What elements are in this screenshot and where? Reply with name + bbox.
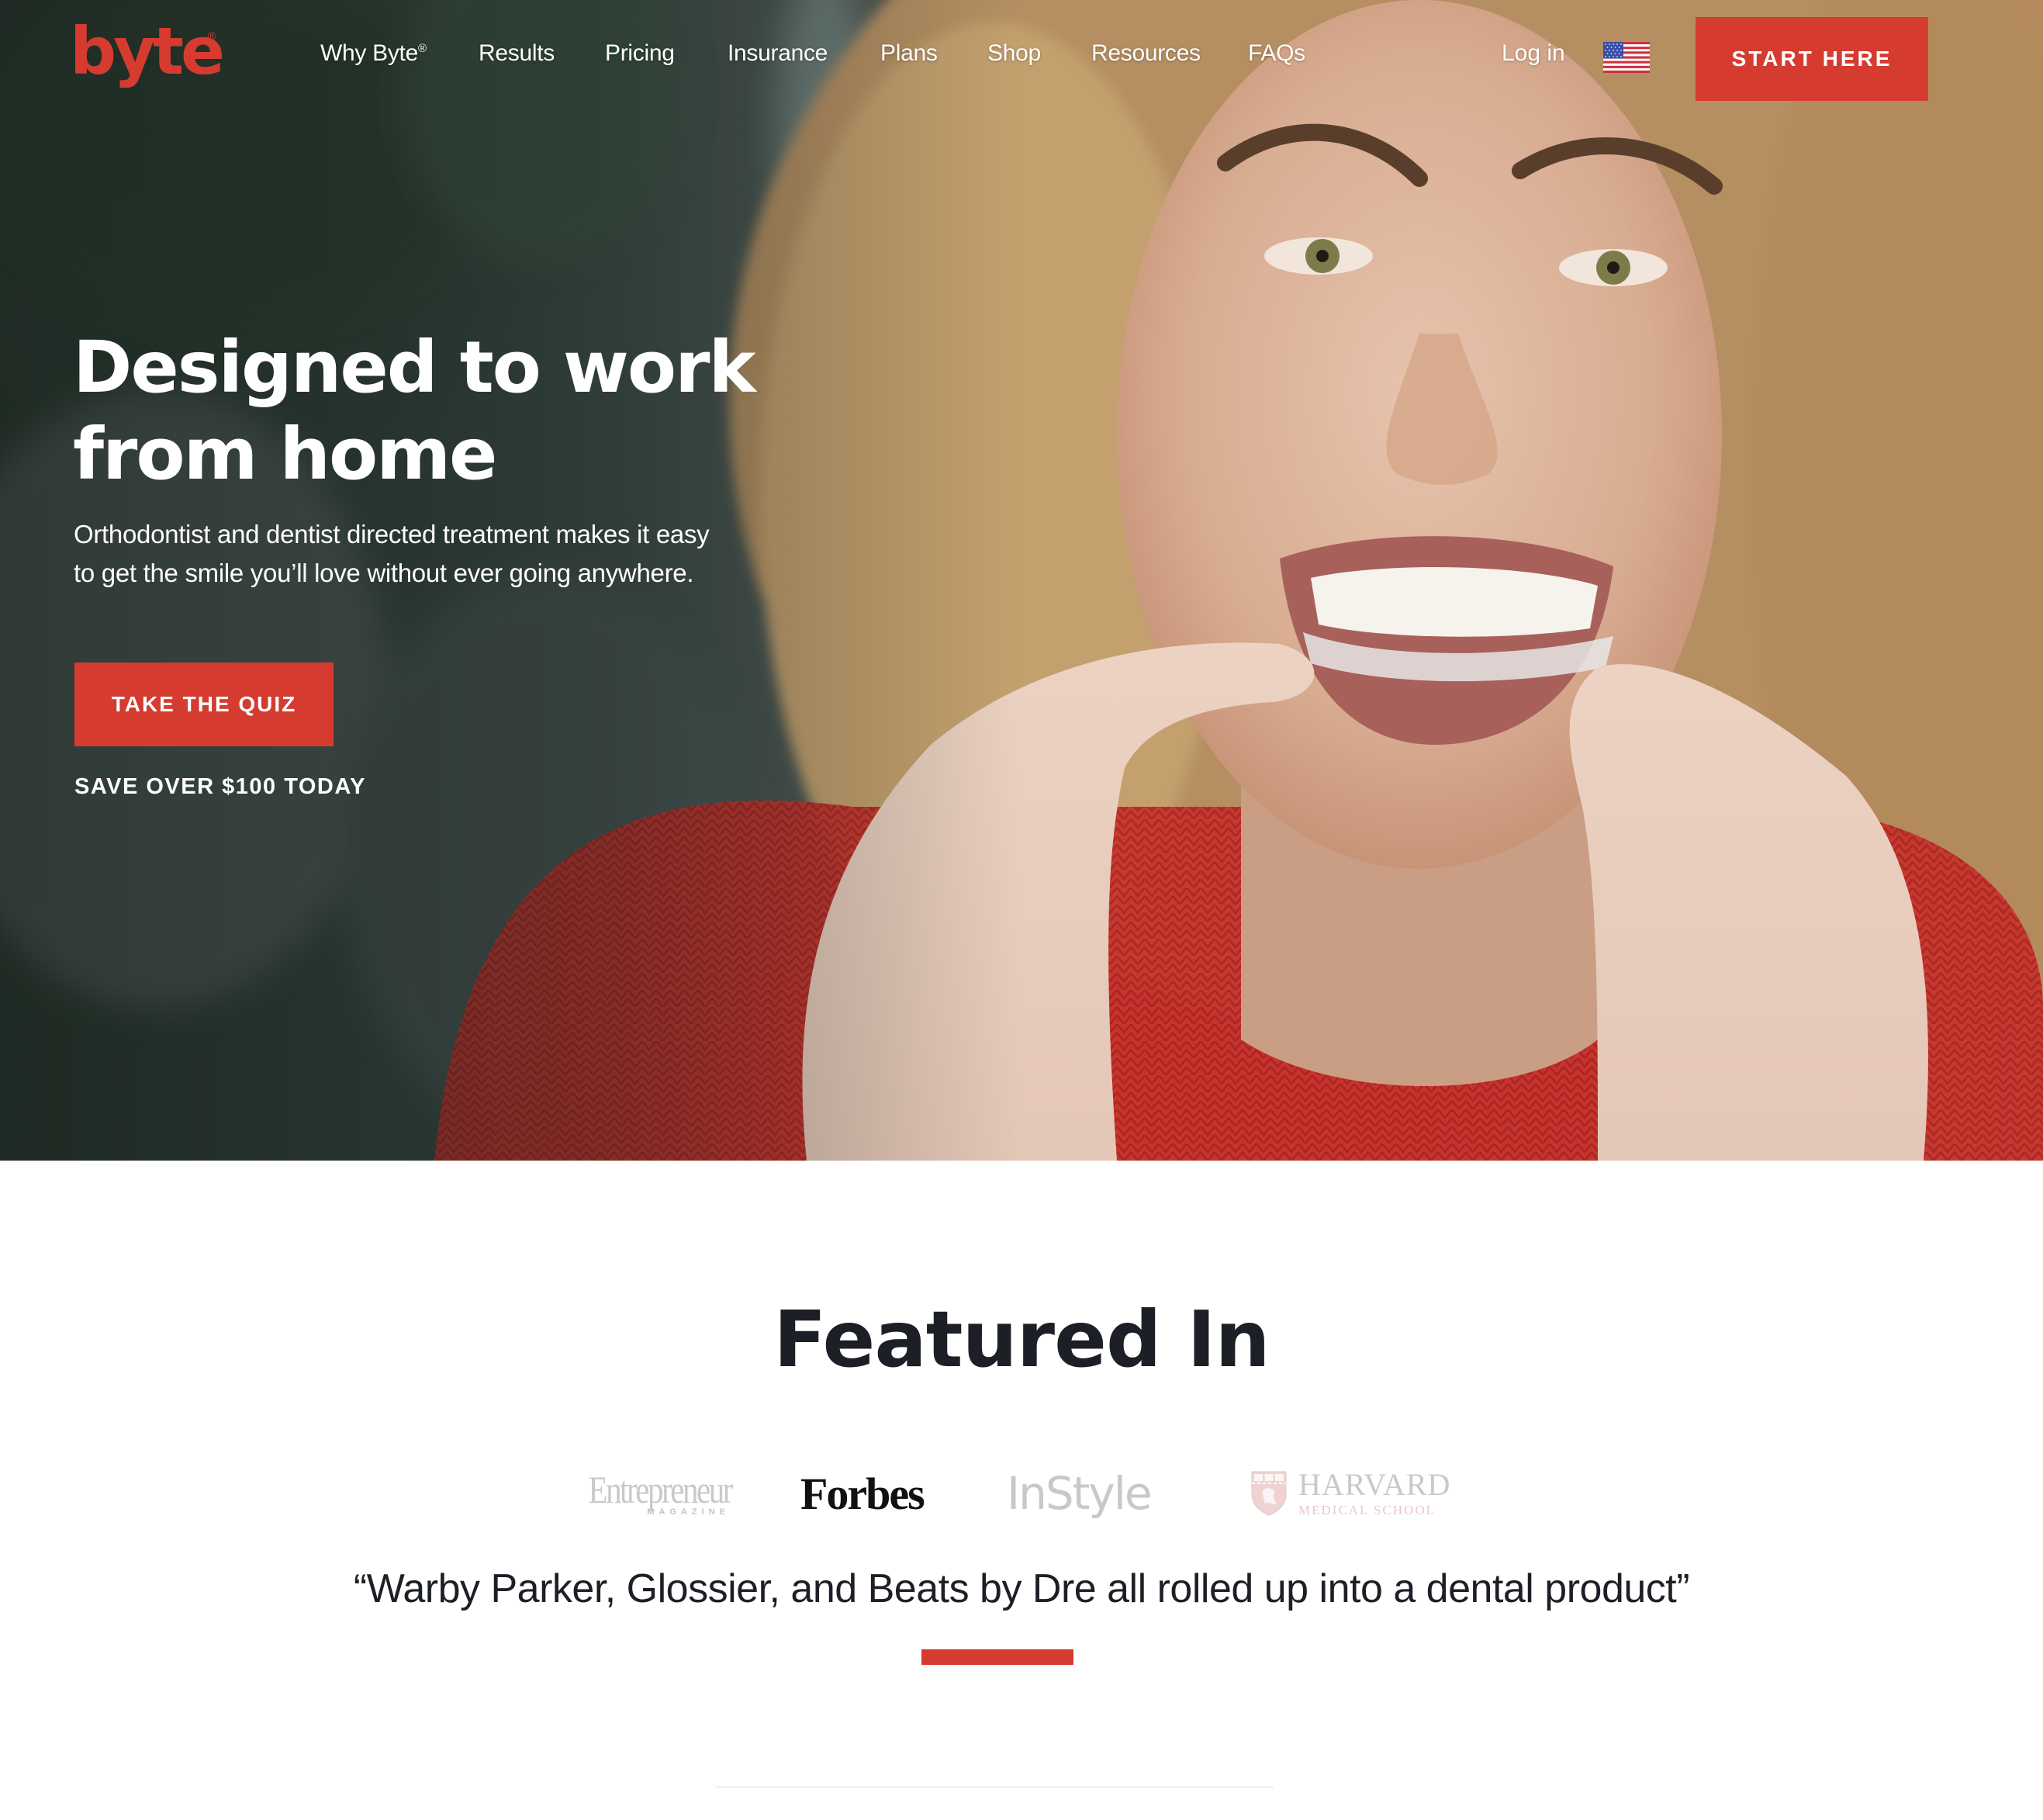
take-quiz-button[interactable]: TAKE THE QUIZ <box>74 663 334 746</box>
nav-resources[interactable]: Resources <box>1091 40 1201 67</box>
nav-pricing[interactable]: Pricing <box>605 40 675 67</box>
us-flag-icon[interactable] <box>1603 42 1650 73</box>
nav-results[interactable]: Results <box>479 40 555 67</box>
hero-section: byte ® Why Byte® Results Pricing Insuran… <box>0 0 2043 1161</box>
registered-mark: ® <box>208 29 216 42</box>
press-logos: Entrepreneur MAGAZINE Forbes InStyle HAR… <box>0 1458 2043 1528</box>
promo-text: SAVE OVER $100 TODAY <box>74 774 367 799</box>
nav-insurance[interactable]: Insurance <box>728 40 828 67</box>
entrepreneur-wordmark: Entrepreneur <box>588 1468 733 1511</box>
entrepreneur-logo: Entrepreneur MAGAZINE <box>557 1458 733 1528</box>
login-link[interactable]: Log in <box>1502 40 1565 67</box>
forbes-logo: Forbes <box>800 1468 925 1519</box>
headline-line-1: Designed to work <box>73 326 756 409</box>
section-divider <box>715 1786 1274 1788</box>
harvard-subtitle: MEDICAL SCHOOL <box>1298 1502 1436 1517</box>
featured-in-heading: Featured In <box>773 1294 1270 1385</box>
instyle-logo: InStyle <box>1007 1467 1153 1520</box>
start-here-button[interactable]: START HERE <box>1696 17 1928 101</box>
harvard-medical-logo: HARVARD MEDICAL SCHOOL <box>1250 1458 1450 1528</box>
hero-subtext: Orthodontist and dentist directed treatm… <box>74 520 710 587</box>
nav-label: Why Byte <box>320 40 418 66</box>
press-quote: “Warby Parker, Glossier, and Beats by Dr… <box>353 1566 1690 1611</box>
registered-mark: ® <box>417 42 427 55</box>
harvard-shield-icon <box>1251 1471 1287 1516</box>
byte-logo[interactable]: byte ® <box>70 19 225 98</box>
headline-line-2: from home <box>73 413 497 496</box>
nav-plans[interactable]: Plans <box>880 40 938 67</box>
nav-why-byte[interactable]: Why Byte® <box>320 40 427 67</box>
hero-headline: Designed to work from home <box>73 324 771 498</box>
logo-wordmark: byte <box>70 13 225 89</box>
nav-faqs[interactable]: FAQs <box>1248 40 1305 67</box>
harvard-wordmark: HARVARD <box>1298 1466 1451 1502</box>
nav-shop[interactable]: Shop <box>987 40 1041 67</box>
accent-divider <box>921 1649 1073 1665</box>
